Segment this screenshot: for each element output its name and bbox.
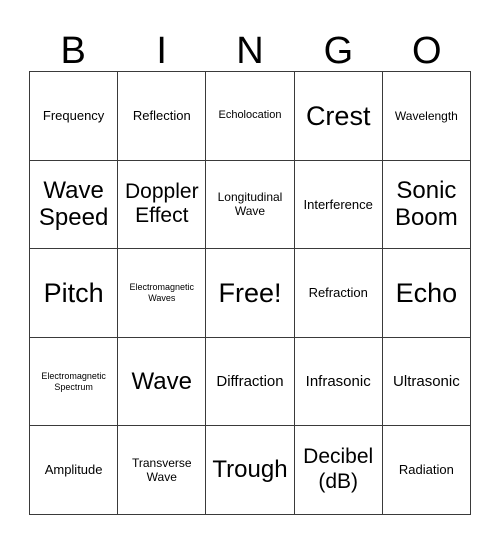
bingo-cell-r4c2[interactable]: Wave <box>118 337 207 427</box>
bingo-cell-r3c4[interactable]: Refraction <box>294 249 383 338</box>
bingo-cell-r1c4[interactable]: Crest <box>294 72 383 161</box>
bingo-cell-label: Radiation <box>398 462 454 478</box>
bingo-cell-r2c1[interactable]: Wave Speed <box>30 160 119 250</box>
bingo-cell-label: Electromagnetic Waves <box>129 282 195 303</box>
bingo-cell-label: Diffraction <box>216 372 284 390</box>
bingo-cell-r3c1[interactable]: Pitch <box>30 249 119 338</box>
bingo-cell-r5c5[interactable]: Radiation <box>382 426 471 515</box>
bingo-cell-label: Reflection <box>132 108 191 123</box>
bingo-cell-r4c1[interactable]: Electromagnetic Spectrum <box>30 337 119 427</box>
bingo-card: B I N G O Frequency Reflection Echolocat… <box>29 10 471 515</box>
bingo-cell-label: Frequency <box>42 108 105 123</box>
bingo-cell-label: Wave <box>131 367 193 395</box>
bingo-cell-label: Echo <box>395 277 458 308</box>
bingo-cell-r5c1[interactable]: Amplitude <box>30 426 119 515</box>
bingo-cell-r1c5[interactable]: Wavelength <box>382 72 471 161</box>
bingo-cell-label: Pitch <box>43 277 104 308</box>
bingo-grid: Frequency Reflection Echolocation Crest … <box>29 71 471 515</box>
bingo-header-letter-n: N <box>236 30 264 72</box>
bingo-cell-label: Trough <box>212 456 288 484</box>
bingo-cell-r2c3[interactable]: Longitudinal Wave <box>206 160 295 250</box>
bingo-cell-label: Ultrasonic <box>393 372 460 390</box>
bingo-cell-free-space[interactable]: Free! <box>206 249 295 338</box>
bingo-cell-label: Wavelength <box>394 108 458 123</box>
bingo-cell-label: Longitudinal Wave <box>217 190 283 219</box>
bingo-cell-label: Decibel (dB) <box>303 445 374 494</box>
bingo-cell-r5c4[interactable]: Decibel (dB) <box>294 426 383 515</box>
bingo-cell-label: Sonic Boom <box>395 176 458 232</box>
bingo-cell-r1c3[interactable]: Echolocation <box>206 72 295 161</box>
bingo-cell-r1c1[interactable]: Frequency <box>30 72 119 161</box>
bingo-cell-label: Free! <box>218 277 282 308</box>
bingo-cell-r2c4[interactable]: Interference <box>294 160 383 250</box>
bingo-cell-label: Interference <box>303 196 373 212</box>
bingo-cell-label: Echolocation <box>218 109 282 122</box>
bingo-header: B I N G O <box>29 10 471 71</box>
bingo-cell-r4c3[interactable]: Diffraction <box>206 337 295 427</box>
bingo-header-letter-g: G <box>323 30 354 72</box>
bingo-cell-r3c5[interactable]: Echo <box>382 249 471 338</box>
bingo-header-letter-b: B <box>60 30 86 72</box>
bingo-cell-r1c2[interactable]: Reflection <box>118 72 207 161</box>
bingo-cell-r4c4[interactable]: Infrasonic <box>294 337 383 427</box>
bingo-cell-r2c2[interactable]: Doppler Effect <box>118 160 207 250</box>
bingo-cell-label: Amplitude <box>44 462 103 478</box>
bingo-cell-r5c3[interactable]: Trough <box>206 426 295 515</box>
bingo-cell-label: Infrasonic <box>305 372 371 390</box>
bingo-cell-r5c2[interactable]: Transverse Wave <box>118 426 207 515</box>
bingo-cell-label: Electromagnetic Spectrum <box>41 370 106 392</box>
bingo-header-letter-i: I <box>156 30 167 72</box>
bingo-cell-label: Doppler Effect <box>125 179 199 228</box>
bingo-cell-r2c5[interactable]: Sonic Boom <box>382 160 471 250</box>
bingo-cell-label: Refraction <box>308 285 368 301</box>
bingo-cell-label: Transverse Wave <box>132 455 192 485</box>
bingo-cell-label: Crest <box>305 100 371 131</box>
bingo-cell-label: Wave Speed <box>38 176 109 232</box>
bingo-cell-r4c5[interactable]: Ultrasonic <box>382 337 471 427</box>
bingo-header-letter-o: O <box>412 30 442 72</box>
bingo-cell-r3c2[interactable]: Electromagnetic Waves <box>118 249 207 338</box>
